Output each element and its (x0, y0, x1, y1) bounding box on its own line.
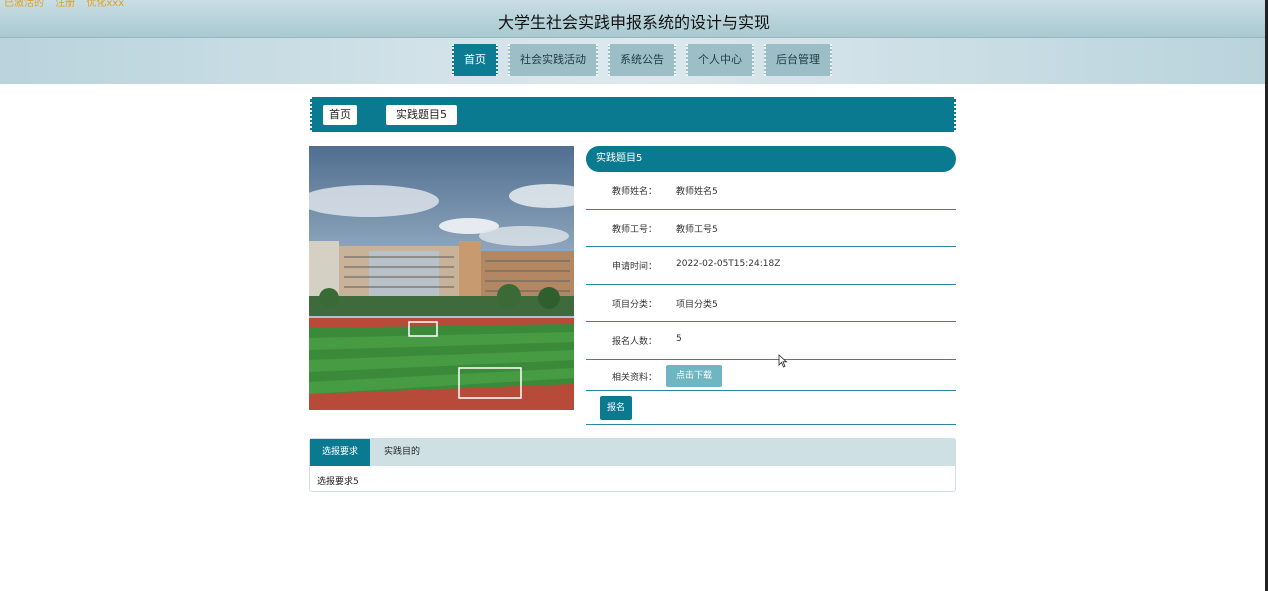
field-label: 教师姓名： (612, 187, 658, 197)
project-detail: 实践题目5 教师姓名： 教师姓名5 教师工号： 教师工号5 申请时间： 2022… (586, 146, 956, 425)
tab-requirements[interactable]: 选报要求 (310, 439, 371, 466)
field-value: 教师工号5 (676, 224, 718, 235)
project-photo (309, 146, 574, 410)
main-nav: 首页 社会实践活动 系统公告 个人中心 后台管理 (0, 38, 1268, 84)
project-title: 实践题目5 (586, 146, 956, 172)
site-title: 大学生社会实践申报系统的设计与实现 (497, 13, 770, 32)
tab-bar: 选报要求 实践目的 (310, 439, 955, 466)
breadcrumb-current[interactable]: 实践题目5 (386, 105, 457, 125)
nav-announcements[interactable]: 系统公告 (608, 44, 676, 76)
nav-admin[interactable]: 后台管理 (764, 44, 832, 76)
field-label: 报名人数： (612, 337, 658, 347)
field-row: 报名人数： 5 (586, 322, 956, 360)
field-label: 申请时间： (612, 262, 658, 272)
field-row: 教师姓名： 教师姓名5 (586, 172, 956, 210)
breadcrumb: 首页 实践题目5 (310, 97, 956, 132)
tab-purpose[interactable]: 实践目的 (370, 439, 434, 466)
field-label: 项目分类： (612, 299, 658, 310)
nav-personal-center[interactable]: 个人中心 (686, 44, 754, 76)
field-label: 教师工号： (612, 224, 658, 235)
nav-social-practice[interactable]: 社会实践活动 (508, 44, 598, 76)
file-row: 相关资料： 点击下载 (586, 360, 956, 391)
top-link-other[interactable]: 优化xxx (86, 0, 124, 9)
field-value: 教师姓名5 (676, 187, 718, 197)
top-links: 已激活的 注册 优化xxx (4, 0, 132, 9)
field-row: 申请时间： 2022-02-05T15:24:18Z (586, 247, 956, 285)
mouse-pointer-icon (778, 354, 788, 368)
top-link-register[interactable]: 注册 (55, 0, 75, 9)
info-tabs: 选报要求 实践目的 选报要求5 (309, 438, 956, 492)
field-row: 教师工号： 教师工号5 (586, 210, 956, 247)
nav-home[interactable]: 首页 (452, 44, 498, 76)
field-value: 5 (676, 334, 682, 344)
download-button[interactable]: 点击下载 (666, 364, 723, 387)
top-header: 已激活的 注册 优化xxx 大学生社会实践申报系统的设计与实现 (0, 0, 1268, 38)
breadcrumb-home[interactable]: 首页 (323, 105, 357, 125)
signup-row: 报名 (586, 391, 956, 425)
tab-content: 选报要求5 (317, 477, 359, 487)
field-value: 2022-02-05T15:24:18Z (676, 259, 781, 269)
file-label: 相关资料： (612, 372, 658, 383)
top-link-status[interactable]: 已激活的 (4, 0, 44, 9)
field-value: 项目分类5 (676, 299, 718, 310)
signup-button[interactable]: 报名 (600, 395, 632, 420)
field-row: 项目分类： 项目分类5 (586, 285, 956, 322)
